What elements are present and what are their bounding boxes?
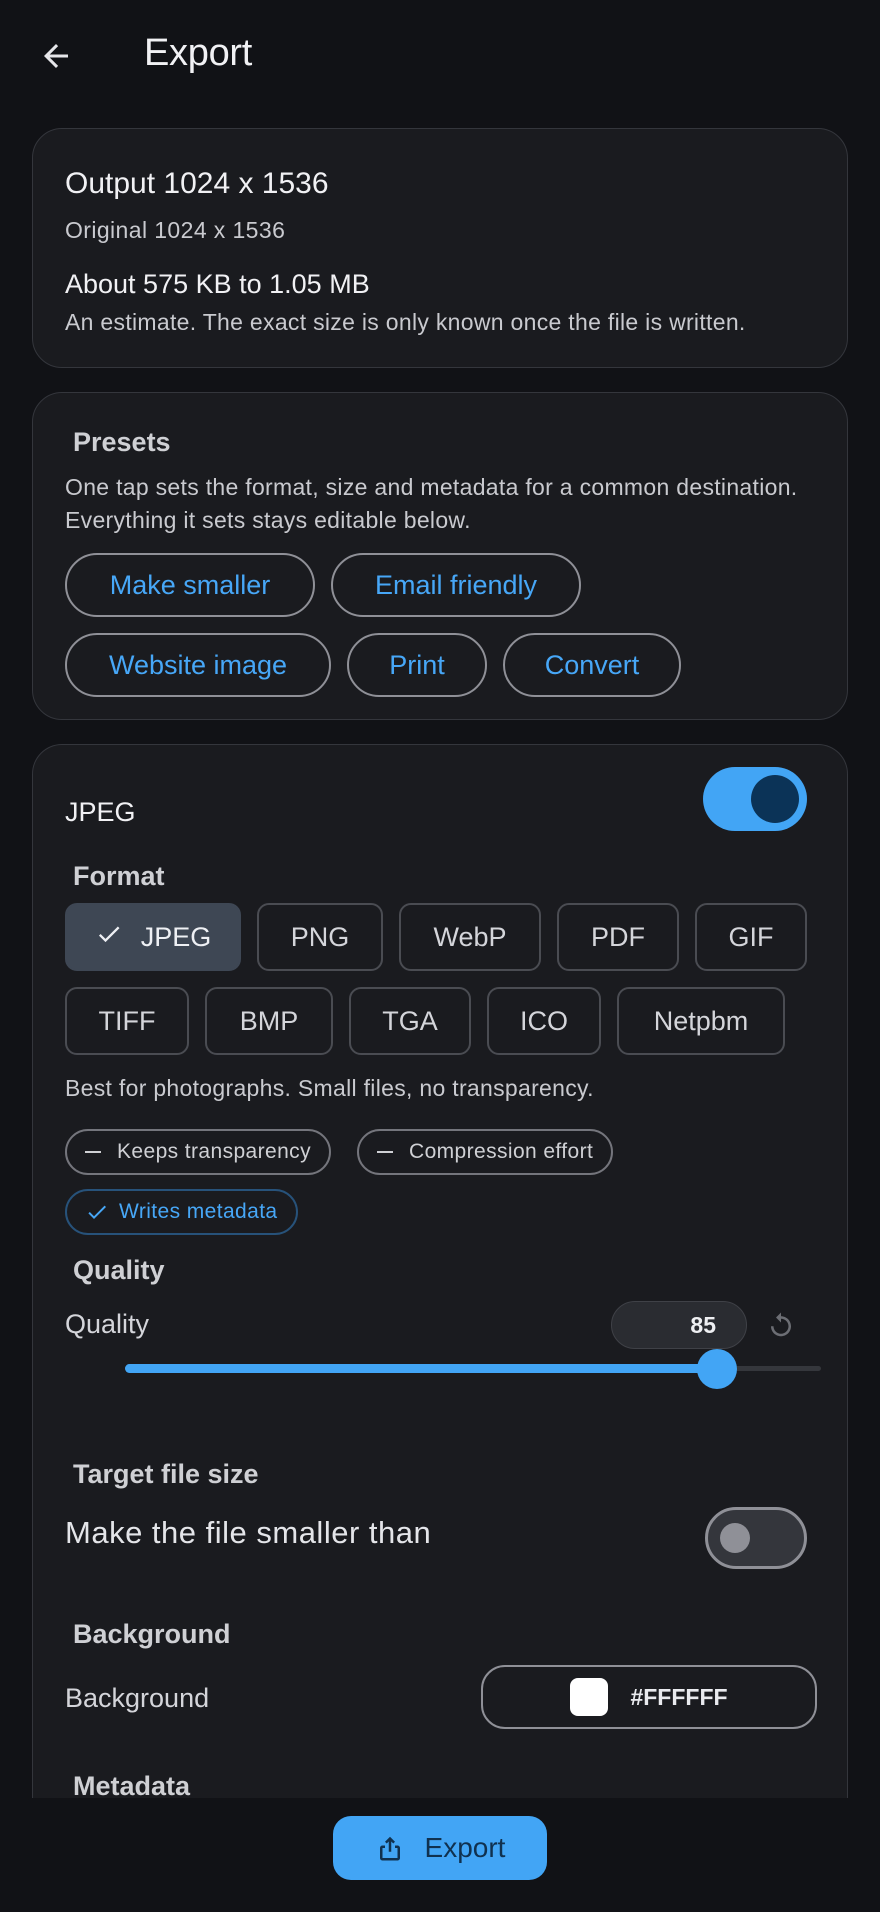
check-icon [88, 1205, 106, 1219]
background-section-title: Background [73, 1619, 231, 1649]
format-chip-gif[interactable]: GIF [695, 903, 807, 971]
original-dimensions: Original 1024 x 1536 [65, 217, 286, 243]
format-settings-card: JPEG Format JPEG PNG WebP PDF GIF TIFF B… [32, 744, 848, 1798]
format-name: JPEG [65, 797, 136, 827]
format-chip-bmp[interactable]: BMP [205, 987, 333, 1055]
quality-section-title: Quality [73, 1255, 165, 1285]
background-color-value: #FFFFFF [630, 1683, 728, 1710]
minus-icon [377, 1151, 393, 1153]
preset-website-image-button[interactable]: Website image [65, 633, 331, 697]
share-upload-icon [379, 1836, 400, 1861]
output-summary-card: Output 1024 x 1536 Original 1024 x 1536 … [32, 128, 848, 368]
bottom-action-bar: Export [0, 1798, 880, 1912]
export-button[interactable]: Export [333, 1816, 547, 1880]
format-chip-pdf[interactable]: PDF [557, 903, 679, 971]
format-description: Best for photographs. Small files, no tr… [65, 1075, 594, 1101]
page-title: Export [144, 32, 253, 74]
output-dimensions: Output 1024 x 1536 [65, 167, 329, 200]
quality-value-field[interactable]: 85 [611, 1301, 747, 1349]
preset-convert-button[interactable]: Convert [503, 633, 681, 697]
format-chip-label: JPEG [140, 921, 212, 952]
toggle-knob [751, 775, 799, 823]
minus-icon [85, 1151, 101, 1153]
feature-label: Keeps transparency [117, 1140, 311, 1163]
feature-keeps-transparency: Keeps transparency [65, 1129, 331, 1175]
feature-compression-effort: Compression effort [357, 1129, 614, 1175]
feature-writes-metadata: Writes metadata [65, 1189, 298, 1235]
target-size-label: Make the file smaller than [65, 1515, 432, 1550]
settings-scroll-area[interactable]: Output 1024 x 1536 Original 1024 x 1536 … [0, 112, 880, 1798]
reset-icon [771, 1312, 791, 1337]
preset-email-friendly-button[interactable]: Email friendly [331, 553, 581, 617]
reset-quality-button[interactable] [763, 1307, 799, 1343]
metadata-section-title: Metadata [73, 1771, 191, 1798]
slider-fill [125, 1364, 717, 1373]
check-icon [95, 920, 123, 955]
top-app-bar: Export [0, 0, 880, 112]
quality-label: Quality [65, 1309, 150, 1339]
export-screen: Export Output 1024 x 1536 Original 1024 … [0, 0, 880, 1912]
presets-title: Presets [73, 427, 171, 457]
background-color-button[interactable]: #FFFFFF [481, 1665, 817, 1729]
format-chip-ico[interactable]: ICO [487, 987, 601, 1055]
presets-description: One tap sets the format, size and metada… [65, 474, 798, 533]
presets-card: Presets One tap sets the format, size an… [32, 392, 848, 720]
feature-label: Writes metadata [119, 1200, 278, 1223]
slider-thumb[interactable] [696, 1349, 737, 1389]
feature-label: Compression effort [409, 1140, 594, 1163]
export-button-label: Export [424, 1832, 506, 1863]
format-chip-tiff[interactable]: TIFF [65, 987, 189, 1055]
format-chip-netpbm[interactable]: Netpbm [617, 987, 785, 1055]
quality-slider[interactable] [93, 1349, 821, 1389]
format-chip-png[interactable]: PNG [257, 903, 383, 971]
arrow-left-icon [44, 44, 68, 68]
back-button[interactable] [28, 28, 84, 84]
format-chip-jpeg[interactable]: JPEG [65, 903, 241, 971]
format-enabled-toggle[interactable] [703, 767, 807, 831]
format-chip-tga[interactable]: TGA [349, 987, 471, 1055]
toggle-knob [720, 1523, 750, 1553]
size-estimate: About 575 KB to 1.05 MB [65, 269, 370, 299]
format-chip-webp[interactable]: WebP [399, 903, 541, 971]
color-swatch [570, 1678, 609, 1716]
preset-print-button[interactable]: Print [347, 633, 487, 697]
background-label: Background [65, 1683, 210, 1713]
target-size-toggle[interactable] [705, 1507, 807, 1569]
size-estimate-note: An estimate. The exact size is only know… [65, 309, 746, 335]
format-title: Format [73, 861, 165, 891]
target-size-section-title: Target file size [73, 1459, 259, 1489]
preset-make-smaller-button[interactable]: Make smaller [65, 553, 315, 617]
